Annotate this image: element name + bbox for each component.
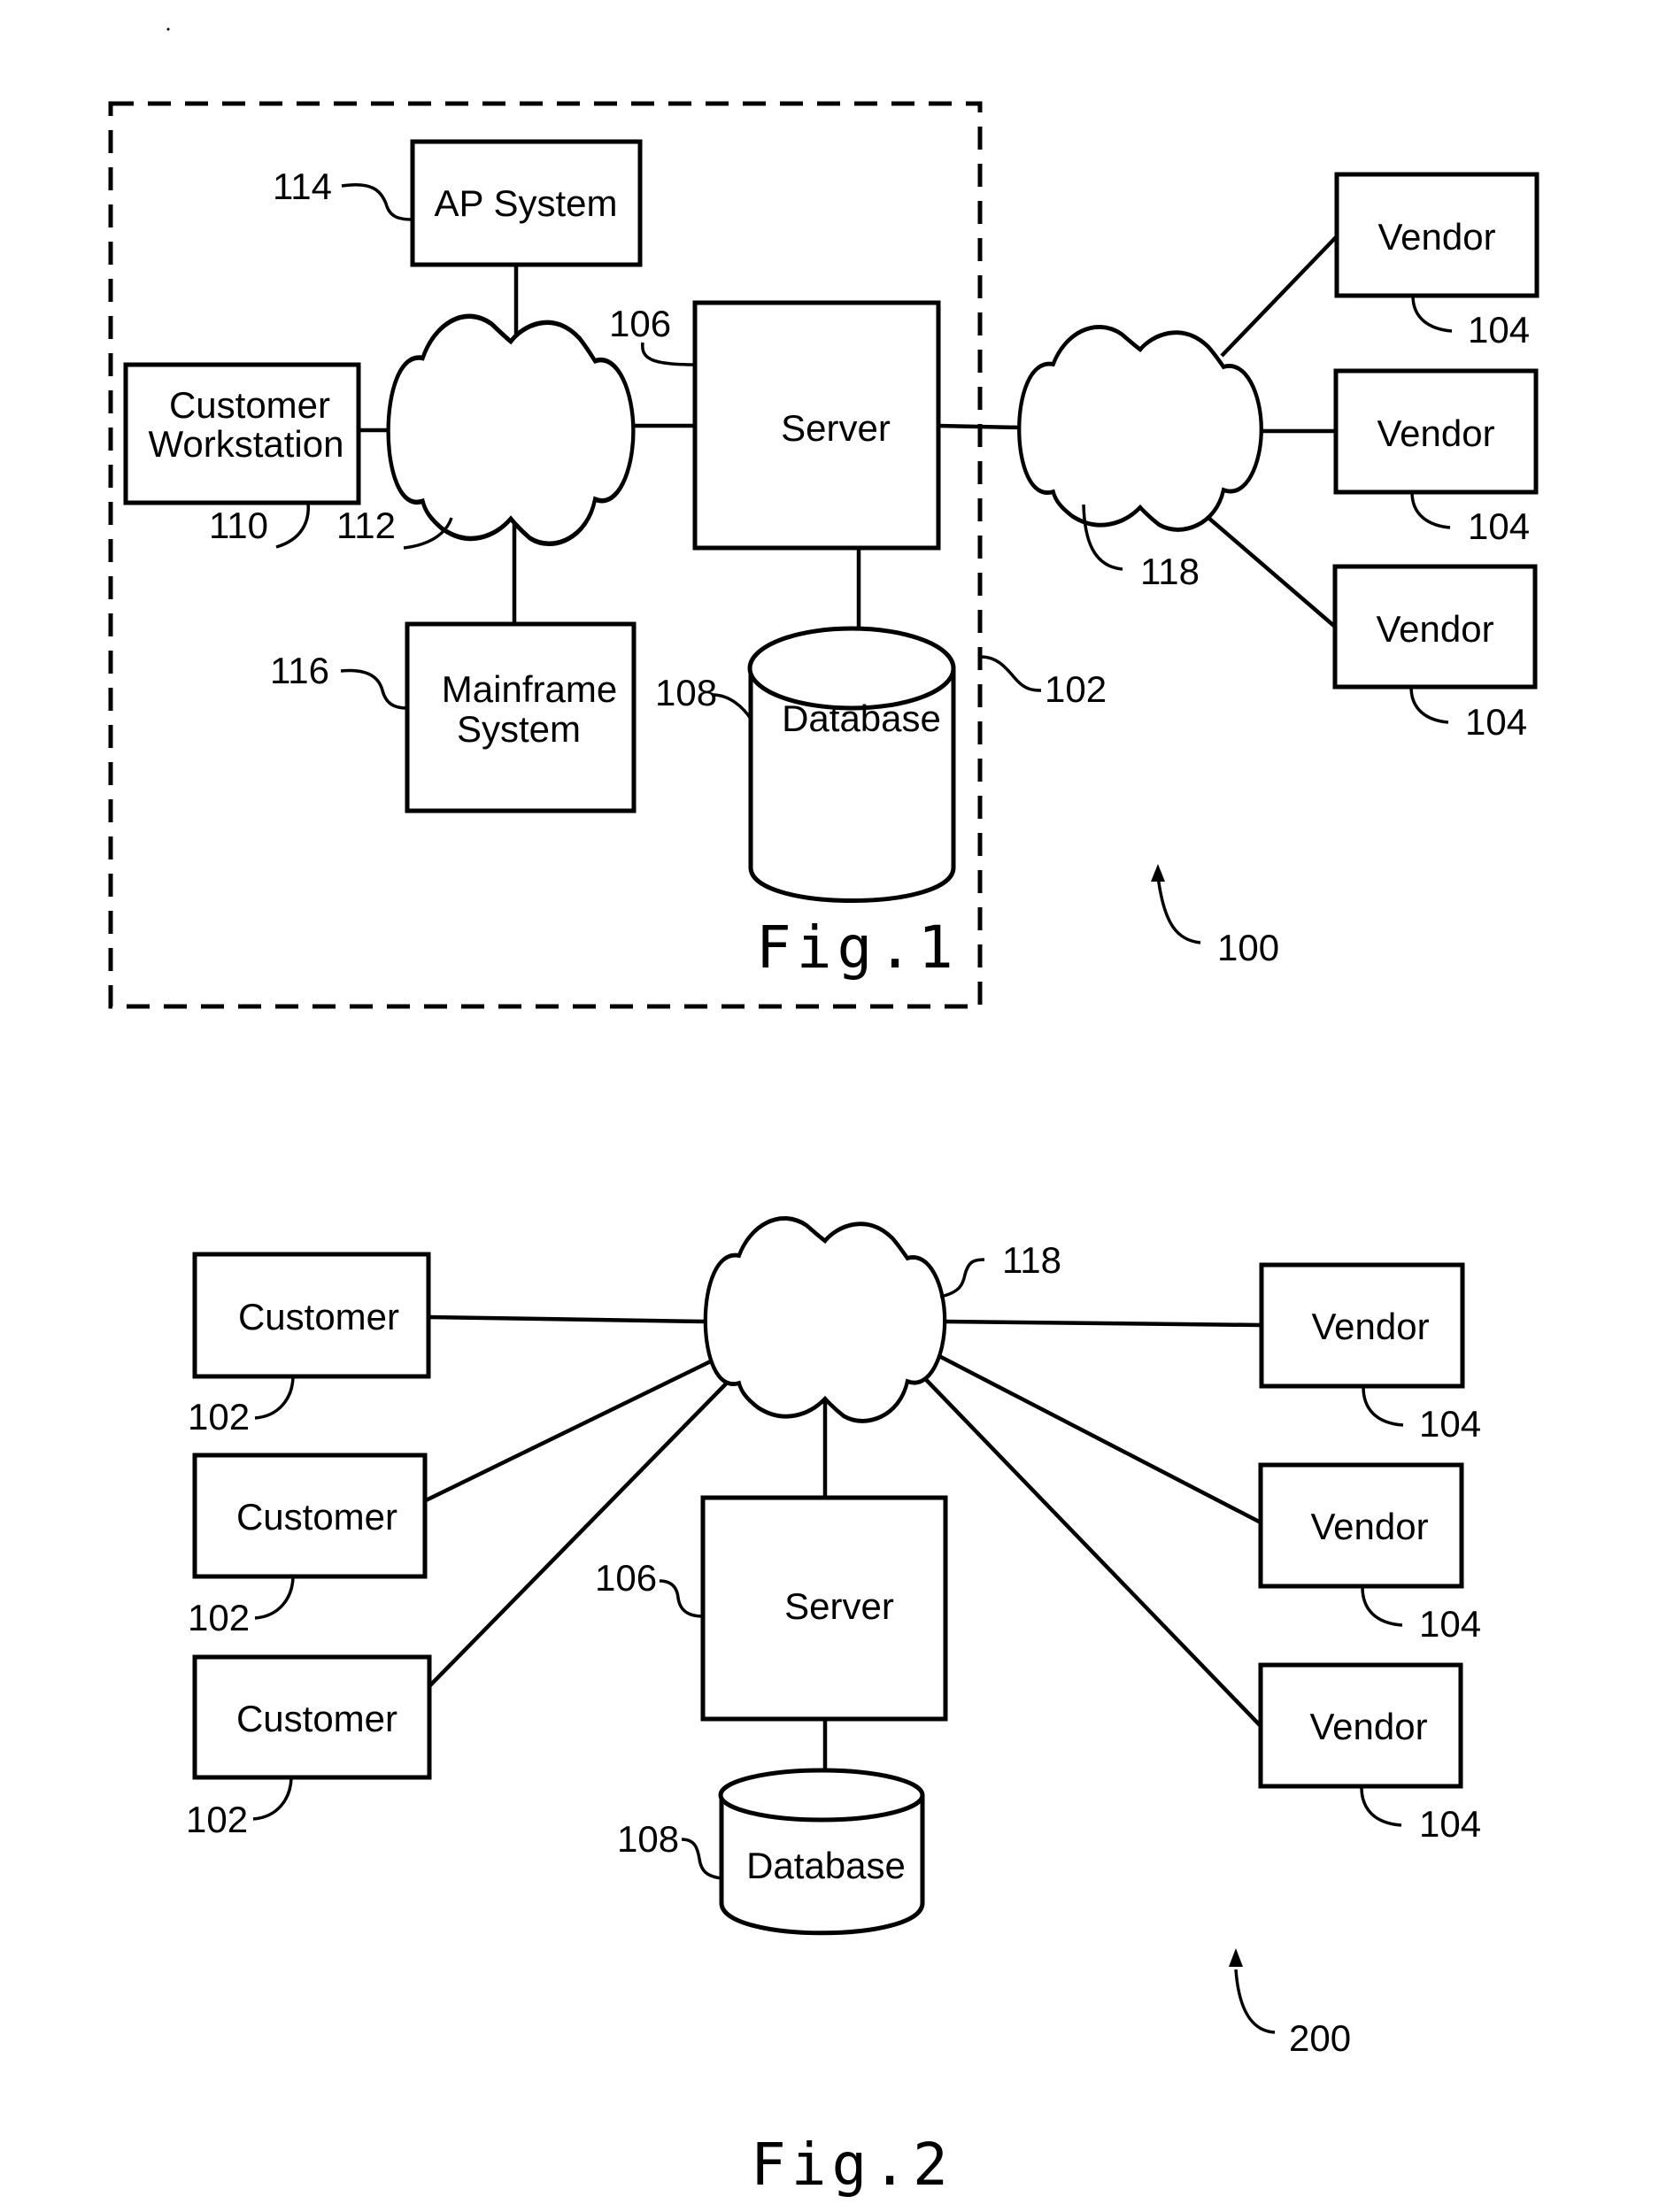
- leader-104: [1360, 1786, 1402, 1827]
- ref-100: 100: [1217, 927, 1279, 968]
- leader-106: [641, 342, 696, 366]
- ref-106: 106: [595, 1557, 657, 1599]
- server-node: Server 106: [595, 1495, 948, 1722]
- database-cylinder-top: [718, 1768, 925, 1823]
- leader-116: [340, 668, 408, 710]
- leader-104: [1409, 686, 1449, 724]
- system-arrow-100: [1156, 875, 1201, 944]
- leader-114: [341, 183, 413, 221]
- leader-104: [1410, 491, 1451, 529]
- ref-102: 102: [188, 1396, 250, 1437]
- arrowhead-icon: [1229, 1948, 1243, 1967]
- leader-104: [1411, 295, 1453, 333]
- edge-customer-2-to-network: [425, 1353, 722, 1503]
- leader-102: [252, 1777, 293, 1821]
- scan-speck: [166, 27, 170, 31]
- leader-102: [254, 1576, 295, 1620]
- edge-network-to-vendor-1: [944, 1319, 1262, 1328]
- ref-108: 108: [655, 672, 717, 713]
- ref-110: 110: [209, 505, 268, 546]
- external-network-118: 118: [1019, 327, 1262, 592]
- figure-2-caption: Fig.2: [751, 2131, 953, 2199]
- figure-2: Customer 102 Customer 102 Customer 102 1…: [186, 1218, 1481, 2199]
- customer-workstation-label-line1: Customer: [169, 384, 330, 426]
- vendor-label: Vendor: [1377, 412, 1494, 454]
- leader-106: [659, 1579, 704, 1618]
- leader-118: [939, 1258, 985, 1299]
- ref-104: 104: [1465, 701, 1527, 743]
- vendor-node: Vendor 104: [1259, 1262, 1481, 1445]
- ref-108: 108: [617, 1818, 679, 1860]
- ap-system-label: AP System: [435, 182, 618, 224]
- edge-server-to-external-network: [938, 423, 1021, 430]
- leader-110: [275, 502, 310, 549]
- customer-label: Customer: [236, 1698, 397, 1739]
- edge-network-to-vendor-1: [1220, 235, 1339, 358]
- cloud-icon: [706, 1218, 945, 1421]
- ref-104: 104: [1419, 1403, 1481, 1445]
- edge-network-to-vendor-3: [908, 1361, 1262, 1728]
- ref-112: 112: [336, 505, 396, 546]
- vendor-node: Vendor 104: [1258, 1662, 1481, 1845]
- ref-104: 104: [1468, 505, 1530, 547]
- ref-104: 104: [1419, 1803, 1481, 1845]
- ref-114: 114: [273, 166, 332, 207]
- vendor-node: Vendor 104: [1333, 368, 1539, 547]
- ref-118: 118: [1002, 1239, 1061, 1281]
- server-label: Server: [781, 407, 891, 449]
- vendor-label: Vendor: [1310, 1506, 1428, 1547]
- vendor-node: Vendor 104: [1334, 172, 1539, 351]
- leader-108: [681, 1838, 722, 1880]
- leader-102: [254, 1376, 295, 1420]
- edge-customer-1-to-network: [428, 1314, 706, 1324]
- ap-system-node: AP System 114: [273, 139, 643, 267]
- vendor-label: Vendor: [1376, 608, 1493, 650]
- ref-116: 116: [270, 650, 329, 691]
- database-label: Database: [746, 1845, 906, 1886]
- ref-104: 104: [1419, 1603, 1481, 1645]
- customer-node: Customer 102: [188, 1453, 428, 1638]
- edge-network-to-vendor-3: [1193, 505, 1337, 628]
- cloud-icon: [1019, 327, 1262, 529]
- database-label: Database: [782, 698, 941, 739]
- database-node: Database 108: [617, 1768, 925, 1936]
- arrowhead-icon: [1151, 864, 1165, 882]
- vendor-node: Vendor 104: [1332, 564, 1538, 743]
- ref-200: 200: [1289, 2017, 1351, 2059]
- figure-1-caption: Fig.1: [756, 913, 959, 982]
- ref-102: 102: [186, 1799, 248, 1840]
- vendor-label: Vendor: [1377, 216, 1495, 258]
- customer-label: Customer: [238, 1296, 399, 1337]
- ref-118: 118: [1140, 551, 1200, 592]
- ref-106: 106: [609, 303, 671, 344]
- ref-104: 104: [1468, 309, 1530, 351]
- mainframe-node: Mainframe System 116: [270, 621, 637, 813]
- edge-customer-3-to-network: [428, 1366, 744, 1688]
- figure-1: AP System 114 Customer Workstation 110 1…: [108, 101, 1539, 1009]
- patent-drawing-sheet: AP System 114 Customer Workstation 110 1…: [108, 27, 1539, 2199]
- cloud-icon: [389, 316, 634, 543]
- customer-node: Customer 102: [186, 1654, 432, 1840]
- database-cylinder-top: [747, 626, 956, 711]
- leader-104: [1361, 1586, 1403, 1627]
- leader-104: [1362, 1386, 1404, 1427]
- system-arrow-200: [1234, 1969, 1276, 2034]
- server-label: Server: [784, 1585, 894, 1627]
- vendor-node: Vendor 104: [1258, 1462, 1481, 1645]
- mainframe-label-line2: System: [457, 708, 581, 750]
- database-node: Database 108: [655, 626, 956, 903]
- vendor-label: Vendor: [1311, 1306, 1429, 1347]
- customer-workstation-node: Customer Workstation 110: [123, 362, 361, 549]
- vendor-label: Vendor: [1309, 1706, 1427, 1747]
- leader-108: [712, 693, 752, 720]
- leader-102: [980, 655, 1042, 692]
- customer-workstation-label-line2: Workstation: [149, 423, 344, 465]
- ref-102: 102: [188, 1597, 250, 1638]
- ref-102: 102: [1045, 668, 1107, 710]
- mainframe-label-line1: Mainframe: [442, 668, 617, 710]
- customer-node: Customer 102: [188, 1252, 431, 1437]
- customer-label: Customer: [236, 1496, 397, 1538]
